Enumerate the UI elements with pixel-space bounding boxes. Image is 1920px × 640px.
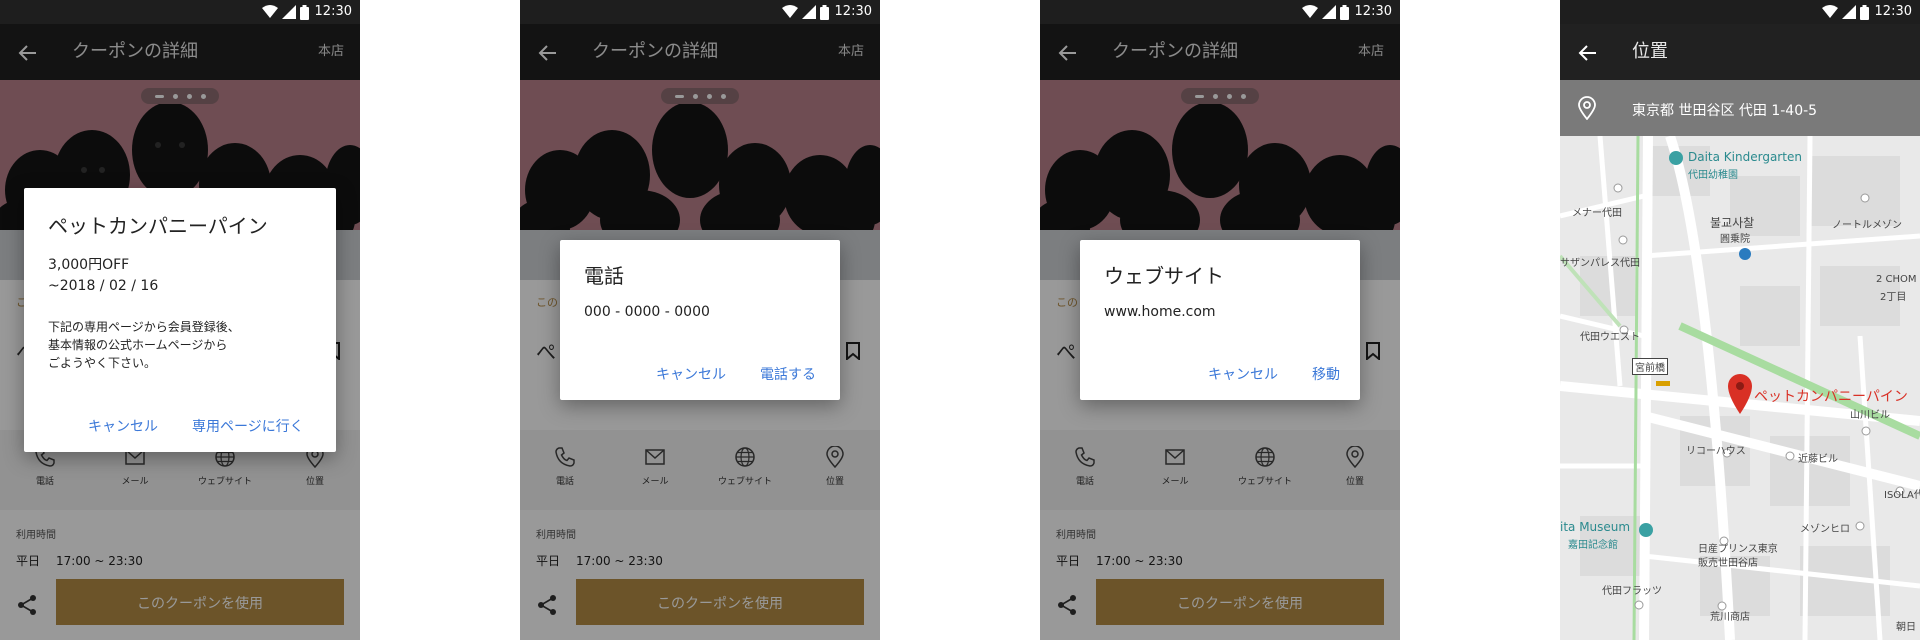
map-label: サザンパレス代田 [1560, 258, 1640, 269]
map-label: 代田ウエスト [1580, 332, 1640, 343]
status-bar: 12:30 [1040, 0, 1400, 24]
location-pin-icon [1578, 96, 1596, 120]
battery-icon [299, 4, 309, 20]
phone-dialog: 電話 000 - 0000 - 0000 キャンセル 電話する [560, 240, 840, 400]
battery-icon [1339, 4, 1349, 20]
address-text: 東京都 世田谷区 代田 1-40-5 [1632, 103, 1818, 119]
signal-icon [1321, 5, 1336, 19]
coupon-body-line-1: 下記の専用ページから会員登録後、 [48, 320, 240, 334]
screen-coupon-dialog: 12:30 クーポンの詳細 本店 この ぺ [0, 0, 360, 640]
map-view[interactable]: Daita Kindergarten 代田幼稚園 メナー代田 불교사찰 圓乗院 … [1560, 136, 1920, 640]
coupon-dialog: ペットカンパニーパイン 3,000円OFF ~2018 / 02 / 16 下記… [24, 188, 336, 452]
coupon-discount: 3,000円OFF [48, 257, 130, 273]
status-bar: 12:30 [520, 0, 880, 24]
map-label: 朝日 [1896, 622, 1916, 633]
status-time: 12:30 [834, 4, 872, 19]
map-label: メナー代田 [1572, 208, 1622, 219]
website-dialog: ウェブサイト www.home.com キャンセル 移動 [1080, 240, 1360, 400]
map-label: 山川ビル [1850, 410, 1890, 421]
wifi-icon [261, 5, 278, 18]
cancel-button[interactable]: キャンセル [88, 416, 158, 436]
status-time: 12:30 [1874, 4, 1912, 19]
open-website-button[interactable]: 移動 [1312, 364, 1340, 384]
wifi-icon [781, 5, 798, 18]
dialog-title: ウェブサイト [1104, 264, 1224, 288]
map-label: 販売世田谷店 [1698, 558, 1758, 569]
status-time: 12:30 [314, 4, 352, 19]
status-time: 12:30 [1354, 4, 1392, 19]
screen-website-dialog: 12:30 クーポンの詳細 本店 この ぺ 電話 メール ウェブサイト 位置 利… [1040, 0, 1400, 640]
dialog-title: 電話 [584, 264, 624, 288]
map-label: 日産プリンス東京 [1698, 544, 1778, 555]
cancel-button[interactable]: キャンセル [1208, 364, 1278, 384]
map-label: 2 CHOM [1876, 274, 1917, 285]
map-label: Daita Kindergarten [1688, 150, 1802, 164]
wifi-icon [1301, 5, 1318, 18]
map-label: ノートルメゾン [1832, 220, 1902, 231]
map-label: 代田フラッツ [1602, 586, 1662, 597]
map-label: 불교사찰 [1710, 216, 1755, 230]
map-label: 圓乗院 [1720, 234, 1750, 245]
screen-phone-dialog: 12:30 クーポンの詳細 本店 この ぺ 電話 メール ウェブサイト 位置 利… [520, 0, 880, 640]
page-title: 位置 [1632, 41, 1668, 62]
app-bar: 位置 [1560, 24, 1920, 80]
map-label: 宮前橋 [1632, 358, 1668, 375]
map-label: 2丁目 [1880, 292, 1907, 303]
map-label: メゾンヒロ [1800, 524, 1850, 535]
address-bar: 東京都 世田谷区 代田 1-40-5 [1560, 80, 1920, 136]
battery-icon [819, 4, 829, 20]
coupon-expiry: ~2018 / 02 / 16 [48, 278, 159, 294]
map-label: ita Museum [1560, 520, 1631, 534]
dialog-title: ペットカンパニーパイン [48, 214, 268, 238]
back-arrow-icon[interactable] [1576, 42, 1598, 64]
coupon-body-line-3: ごようやく下さい。 [48, 356, 157, 370]
signal-icon [281, 5, 296, 19]
battery-icon [1859, 4, 1869, 20]
map-label: ISOLA代 [1884, 490, 1920, 501]
wifi-icon [1821, 5, 1838, 18]
signal-icon [801, 5, 816, 19]
map-label: 代田幼稚園 [1688, 170, 1738, 181]
cancel-button[interactable]: キャンセル [656, 364, 726, 384]
go-to-page-button[interactable]: 専用ページに行く [192, 416, 304, 436]
screen-location: 12:30 位置 東京都 世田谷区 代田 1-40-5 Daita Kinder… [1560, 0, 1920, 640]
map-label: 嘉田記念館 [1568, 540, 1618, 551]
website-url: www.home.com [1104, 304, 1216, 320]
signal-icon [1841, 5, 1856, 19]
map-label: 荒川商店 [1710, 612, 1750, 623]
status-bar: 12:30 [1560, 0, 1920, 24]
map-label: ペットカンパニーパイン [1754, 389, 1908, 405]
coupon-body-line-2: 基本情報の公式ホームページから [48, 338, 228, 352]
call-button[interactable]: 電話する [760, 364, 816, 384]
map-label: 近藤ビル [1798, 454, 1838, 465]
phone-number: 000 - 0000 - 0000 [584, 304, 710, 320]
map-label: リコーハウス [1686, 446, 1746, 457]
status-bar: 12:30 [0, 0, 360, 24]
